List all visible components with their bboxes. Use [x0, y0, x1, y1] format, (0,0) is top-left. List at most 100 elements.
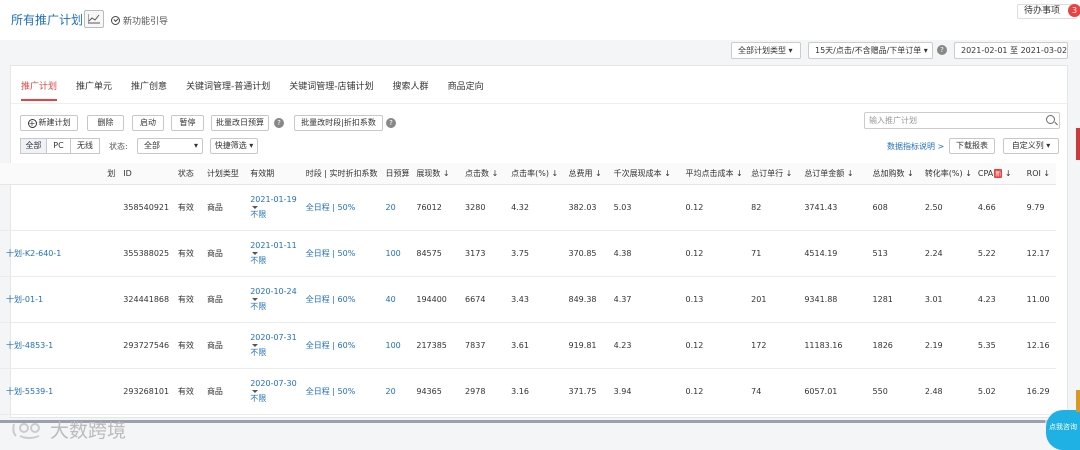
side-tab-gold[interactable]: [1076, 390, 1080, 412]
validity-limit[interactable]: 不限: [250, 394, 300, 404]
page-title: 所有推广计划: [11, 13, 84, 27]
plan-search-input[interactable]: 输入推广计划: [864, 112, 1060, 129]
period-discount-link[interactable]: 全日程 | 50%: [299, 184, 380, 231]
trend-chart-button[interactable]: [84, 10, 104, 28]
plan-name-link[interactable]: 十划-5539-1: [0, 368, 118, 415]
tab-creatives[interactable]: 推广创意: [131, 76, 167, 101]
device-all-button[interactable]: 全部: [20, 138, 47, 154]
search-placeholder: 输入推广计划: [869, 116, 917, 125]
cost-value: 919.81: [562, 322, 608, 369]
col-status[interactable]: 状态: [171, 163, 201, 185]
col-ctr[interactable]: 点击率(%) ↓: [505, 163, 563, 185]
tab-keywords-normal[interactable]: 关键词管理-普通计划: [186, 76, 270, 101]
col-orders[interactable]: 总订单行 ↓: [745, 163, 799, 185]
tab-keywords-store[interactable]: 关键词管理-店铺计划: [289, 76, 373, 101]
col-daily-budget[interactable]: 日预算: [379, 163, 411, 185]
tab-plans[interactable]: 推广计划: [21, 76, 58, 101]
cpa-value: 4.66: [971, 184, 1021, 231]
period-discount-link[interactable]: 全日程 | 50%: [299, 368, 380, 415]
daily-budget-link[interactable]: 20: [379, 368, 411, 415]
device-wireless-button[interactable]: 无线: [70, 138, 100, 154]
validity-limit[interactable]: 不限: [250, 348, 300, 358]
col-id[interactable]: ID: [117, 163, 172, 185]
plan-name-link[interactable]: 十划-01-1: [0, 276, 118, 323]
validity-limit[interactable]: 不限: [250, 210, 300, 220]
pause-button[interactable]: 暂停: [171, 115, 204, 131]
col-order-amount[interactable]: 总订单金额 ↓: [798, 163, 867, 185]
cvr-value: 3.01: [918, 276, 972, 323]
help-icon[interactable]: ?: [386, 118, 396, 128]
validity-cell: 2020-07-31 不限: [244, 322, 300, 369]
plan-name-link[interactable]: 十划-4853-1: [0, 322, 118, 369]
validity-date-link[interactable]: 2021-01-19: [250, 195, 300, 205]
plan-name-link[interactable]: 十划-K2-640-1: [0, 230, 118, 277]
status-label: 状态:: [109, 142, 128, 151]
table-row: 十划-4853-1 293727546 有效 商品 2020-07-31 不限 …: [0, 322, 1056, 369]
col-roi[interactable]: ROI ↓: [1020, 163, 1056, 185]
cpm-value: 4.23: [607, 322, 680, 369]
col-total-cost[interactable]: 总费用 ↓: [562, 163, 608, 185]
device-pc-button[interactable]: PC: [46, 138, 71, 154]
batch-budget-button[interactable]: 批量改日预算: [211, 115, 269, 131]
status-select[interactable]: 全部 ▾: [137, 138, 203, 154]
custom-columns-select[interactable]: 自定义列 ▾: [1003, 138, 1059, 154]
validity-date-link[interactable]: 2020-07-30: [250, 379, 300, 389]
cost-value: 370.85: [562, 230, 608, 277]
period-discount-link[interactable]: 全日程 | 60%: [299, 322, 380, 369]
delete-button[interactable]: 删除: [87, 115, 124, 131]
guide-label: 新功能引导: [123, 17, 169, 27]
col-validity[interactable]: 有效期: [244, 163, 300, 185]
validity-date-link[interactable]: 2020-10-24: [250, 287, 300, 297]
col-clicks[interactable]: 点击数 ↓: [459, 163, 506, 185]
attribution-select[interactable]: 15天/点击/不含赠品/下单订单 ▾: [808, 42, 933, 59]
tab-search-audience[interactable]: 搜索人群: [393, 76, 429, 101]
col-cpa[interactable]: CPA 新 ↓: [971, 163, 1021, 185]
daily-budget-link[interactable]: 100: [379, 322, 411, 369]
col-cpc[interactable]: 平均点击成本 ↓: [679, 163, 746, 185]
search-icon[interactable]: [1046, 115, 1055, 124]
col-cvr[interactable]: 转化率(%) ↓: [918, 163, 972, 185]
side-tab-red[interactable]: [1076, 128, 1080, 160]
help-icon[interactable]: ?: [274, 118, 284, 128]
col-period-discount[interactable]: 时段 | 实时折扣系数: [299, 163, 380, 185]
validity-cell: 2020-07-30 不限: [244, 368, 300, 415]
tab-units[interactable]: 推广单元: [76, 76, 112, 101]
plan-table: 划 ID 状态 计划类型 有效期 时段 | 实时折扣系数 日预算 展现数 ↓ 点…: [0, 163, 1056, 415]
col-name[interactable]: 划: [0, 163, 118, 185]
new-feature-guide-link[interactable]: 新功能引导: [111, 14, 168, 27]
validity-cell: 2020-10-24 不限: [244, 276, 300, 323]
metric-doc-link[interactable]: 数据指标说明 >: [887, 141, 944, 152]
batch-time-button[interactable]: 批量改时段|折扣系数: [294, 115, 383, 131]
cart-adds-value: 608: [866, 184, 919, 231]
daily-budget-link[interactable]: 20: [379, 184, 411, 231]
quick-filter-select[interactable]: 快捷筛选 ▾: [210, 138, 258, 154]
tab-product-targeting[interactable]: 商品定向: [448, 76, 484, 101]
validity-date-link[interactable]: 2020-07-31: [250, 333, 300, 343]
new-plan-button[interactable]: + 新建计划: [20, 115, 78, 131]
plan-type: 商品: [200, 368, 245, 415]
validity-limit[interactable]: 不限: [250, 256, 300, 266]
help-icon[interactable]: ?: [937, 45, 947, 55]
clicks-value: 2978: [459, 368, 506, 415]
consult-float-button[interactable]: 点我咨询: [1046, 410, 1080, 450]
todo-button[interactable]: 待办事项 3: [1017, 4, 1080, 19]
period-discount-link[interactable]: 全日程 | 50%: [299, 230, 380, 277]
col-impressions[interactable]: 展现数 ↓: [410, 163, 460, 185]
download-report-button[interactable]: 下载报表: [949, 138, 995, 154]
daily-budget-link[interactable]: 40: [379, 276, 411, 323]
period-discount-link[interactable]: 全日程 | 60%: [299, 276, 380, 323]
validity-cell: 2021-01-11 不限: [244, 230, 300, 277]
plan-name-link[interactable]: [0, 184, 118, 231]
cpm-value: 4.37: [607, 276, 680, 323]
start-button[interactable]: 启动: [132, 115, 164, 131]
validity-limit[interactable]: 不限: [250, 302, 300, 312]
daily-budget-link[interactable]: 100: [379, 230, 411, 277]
date-range-picker[interactable]: 2021-02-01 至 2021-03-02: [954, 42, 1068, 59]
col-cpm[interactable]: 千次展现成本 ↓: [607, 163, 680, 185]
plan-type-select[interactable]: 全部计划类型 ▾: [731, 42, 801, 59]
validity-date-link[interactable]: 2021-01-11: [250, 241, 300, 251]
col-plan-type[interactable]: 计划类型: [200, 163, 245, 185]
horizontal-scrollbar-thumb[interactable]: [0, 420, 1045, 423]
orders-value: 172: [745, 322, 799, 369]
col-cart-adds[interactable]: 总加购数 ↓: [866, 163, 919, 185]
